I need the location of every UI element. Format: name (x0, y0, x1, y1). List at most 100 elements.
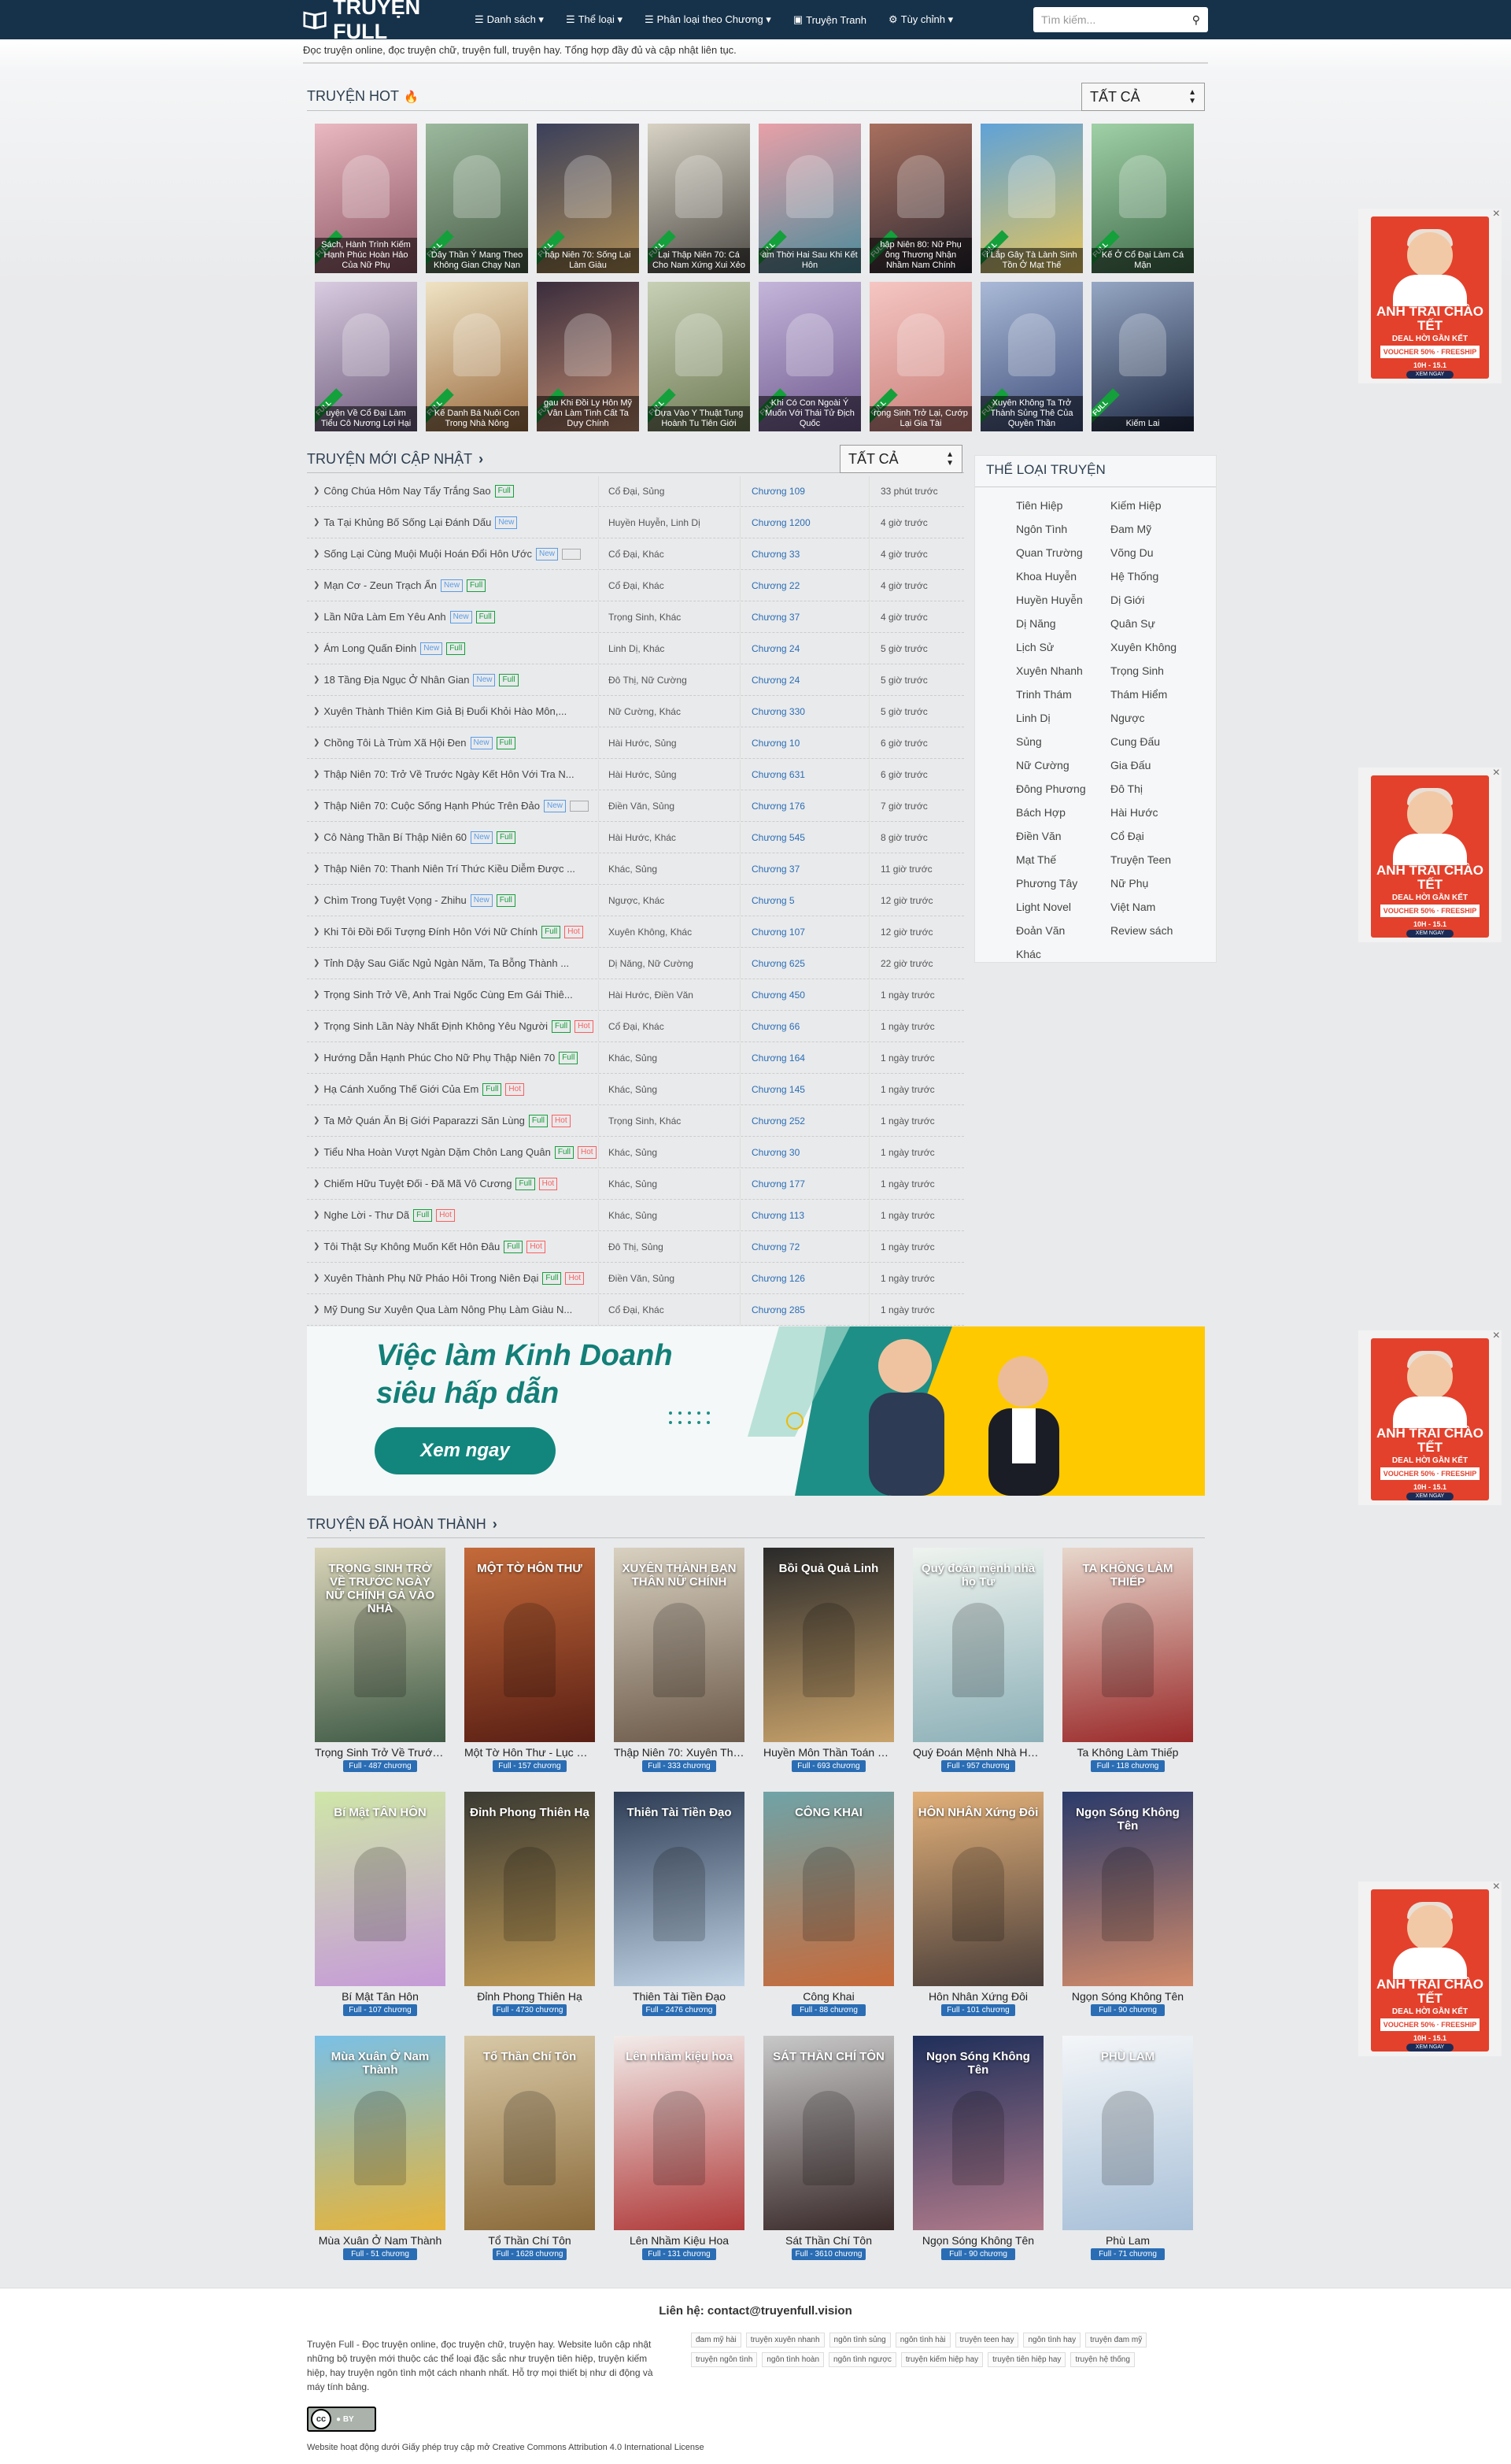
genre-link[interactable]: Lịch Sử (1016, 635, 1110, 659)
genre-link[interactable]: Cung Đấu (1110, 730, 1205, 753)
chapter-link[interactable]: Chương 37 (740, 601, 869, 632)
story-title-cell[interactable]: ❯ Nghe Lời - Thư Dã Full Hot (307, 1208, 598, 1222)
genre-link[interactable]: Ngôn Tình (1016, 517, 1110, 541)
story-title-cell[interactable]: ❯ Trọng Sinh Trở Về, Anh Trai Ngốc Cùng E… (307, 989, 598, 1001)
hot-title[interactable]: TRUYỆN HOT 🔥 (307, 88, 419, 105)
completed-story-name[interactable]: Sát Thần Chí Tôn (763, 2234, 894, 2247)
story-title[interactable]: Mạn Cơ - Zeun Trạch Ẩn (323, 579, 437, 591)
story-cover[interactable]: Bồi Quả Quả Linh (763, 1548, 894, 1742)
story-title-cell[interactable]: ❯ Khi Tôi Đồi Đối Tượng Đính Hôn Với Nữ C… (307, 925, 598, 938)
ad-creative[interactable]: ANH TRAI CHÀO TẾT DEAL HỜI GẦN KẾT VOUCHER… (1371, 775, 1489, 938)
completed-story-card[interactable]: Ngọn Sóng Không Tên Ngọn Sóng Không Tên Fu… (1062, 1792, 1193, 2016)
story-title-cell[interactable]: ❯ Tỉnh Dậy Sau Giấc Ngủ Ngàn Năm, Ta Bỗng… (307, 957, 598, 969)
chapter-link[interactable]: Chương 5 (740, 885, 869, 916)
hot-story-card[interactable]: FULL Kiếm Lai (1092, 282, 1194, 431)
close-icon[interactable]: × (1493, 1880, 1500, 1894)
completed-story-name[interactable]: Lên Nhầm Kiệu Hoa (614, 2234, 744, 2247)
genre-cell[interactable]: Trọng Sinh, Khác (598, 1105, 740, 1136)
chapter-link[interactable]: Chương 285 (740, 1294, 869, 1325)
completed-story-name[interactable]: Thiên Tài Tiền Đạo (614, 1990, 744, 2003)
footer-tag-link[interactable]: truyện tiên hiệp hay (988, 2352, 1066, 2367)
genre-cell[interactable]: Đô Thị, Nữ Cường (598, 664, 740, 695)
chapter-link[interactable]: Chương 109 (740, 475, 869, 506)
story-title[interactable]: Sống Lại Cùng Muội Muội Hoán Đổi Hôn Ước (323, 548, 532, 560)
completed-story-card[interactable]: Ngọn Sóng Không Tên Ngọn Sóng Không Tên Fu… (913, 2036, 1044, 2260)
hot-story-card[interactable]: FULLSách, Hành Trình Kiếm Hạnh Phúc Hoàn… (315, 124, 417, 273)
chapter-link[interactable]: Chương 107 (740, 916, 869, 947)
completed-story-name[interactable]: Thập Niên 70: Xuyên Thàn... (614, 1746, 744, 1759)
completed-story-name[interactable]: Huyền Môn Thần Toán Bồi... (763, 1746, 894, 1759)
footer-tag-link[interactable]: ngôn tình ngược (829, 2352, 896, 2367)
hot-story-card[interactable]: FULLam Thời Hai Sau Khi Kết Hôn (759, 124, 861, 273)
table-row[interactable]: ❯ Trọng Sinh Lần Này Nhất Định Không Yêu … (307, 1011, 964, 1042)
hot-story-card[interactable]: FULLDây Thần Ý Mang Theo Không Gian Chạy… (426, 124, 528, 273)
completed-story-name[interactable]: Tổ Thần Chí Tôn (464, 2234, 595, 2247)
genre-cell[interactable]: Trọng Sinh, Khác (598, 601, 740, 632)
story-title-cell[interactable]: ❯ Chìm Trong Tuyệt Vọng - Zhihu New Full (307, 893, 598, 907)
table-row[interactable]: ❯ Sống Lại Cùng Muội Muội Hoán Đổi Hôn Ướ… (307, 538, 964, 570)
genre-link[interactable]: Khoa Huyễn (1016, 564, 1110, 588)
story-title[interactable]: Hướng Dẫn Hạnh Phúc Cho Nữ Phụ Thập Niên… (323, 1052, 555, 1064)
story-title-cell[interactable]: ❯ Sống Lại Cùng Muội Muội Hoán Đổi Hôn Ướ… (307, 547, 598, 561)
footer-tag-link[interactable]: truyện hệ thống (1070, 2352, 1135, 2367)
story-title-cell[interactable]: ❯ Chồng Tôi Là Trùm Xã Hội Đen New Full (307, 736, 598, 749)
completed-story-name[interactable]: Ngọn Sóng Không Tên (1062, 1990, 1193, 2003)
footer-contact[interactable]: Liên hệ: contact@truyenfull.vision (0, 2304, 1511, 2318)
table-row[interactable]: ❯ Ám Long Quấn Đinh New Full Linh Dị, Khác Ch… (307, 633, 964, 664)
genre-link[interactable]: Hệ Thống (1110, 564, 1205, 588)
job-banner[interactable]: Việc làm Kinh Doanh siêu hấp dẫn Xem nga… (307, 1326, 1205, 1496)
story-cover[interactable]: Lên nhầm kiệu hoa (614, 2036, 744, 2230)
genre-cell[interactable]: Khác, Sủng (598, 1137, 740, 1167)
ad-creative[interactable]: ANH TRAI CHÀO TẾT DEAL HỜI GẦN KẾT VOUCHER… (1371, 216, 1489, 379)
genre-link[interactable]: Kiếm Hiệp (1110, 494, 1205, 517)
footer-tag-link[interactable]: đam mỹ hài (691, 2333, 741, 2347)
cc-license-badge[interactable]: cc ● BY (307, 2407, 376, 2432)
completed-story-card[interactable]: TRỌNG SINH TRỞ VỀ TRƯỚC NGÀY NỮ CHÍNH GẢ… (315, 1548, 445, 1772)
hot-story-card[interactable]: FULLuyện Về Cổ Đại Làm Tiểu Cô Nương Lợi… (315, 282, 417, 431)
completed-story-name[interactable]: Đỉnh Phong Thiên Hạ (464, 1990, 595, 2003)
genre-cell[interactable]: Cổ Đại, Khác (598, 1011, 740, 1041)
story-title[interactable]: Ta Tại Khủng Bố Sống Lại Đánh Dấu (323, 516, 491, 528)
story-title-cell[interactable]: ❯ Thập Niên 70: Thanh Niên Trí Thức Kiều … (307, 863, 598, 875)
story-title[interactable]: Nghe Lời - Thư Dã (323, 1209, 409, 1221)
footer-tag-link[interactable]: ngôn tình hay (1023, 2333, 1081, 2347)
story-title-cell[interactable]: ❯ Tiểu Nha Hoàn Vượt Ngàn Dặm Chôn Lang Q… (307, 1145, 598, 1159)
genre-link[interactable]: Điền Văn (1016, 824, 1110, 848)
chapter-link[interactable]: Chương 164 (740, 1042, 869, 1073)
genre-cell[interactable]: Hài Hước, Sủng (598, 727, 740, 758)
hot-story-card[interactable]: FULLXuyên Không Ta Trở Thành Sủng Thê Củ… (981, 282, 1083, 431)
nav-truyen-tranh[interactable]: ▣ Truyện Tranh (782, 0, 877, 39)
footer-tag-link[interactable]: truyện kiếm hiệp hay (900, 2352, 984, 2367)
story-cover[interactable]: Mùa Xuân Ở Nam Thành (315, 2036, 445, 2230)
story-title[interactable]: Trọng Sinh Lần Này Nhất Định Không Yêu N… (323, 1020, 548, 1032)
story-cover[interactable]: TRỌNG SINH TRỞ VỀ TRƯỚC NGÀY NỮ CHÍNH GẢ… (315, 1548, 445, 1742)
story-title-cell[interactable]: ❯ Thập Niên 70: Cuộc Sống Hạnh Phúc Trên … (307, 799, 598, 812)
completed-story-name[interactable]: Mùa Xuân Ở Nam Thành (315, 2234, 445, 2247)
genre-link[interactable]: Đoản Văn (1016, 919, 1110, 942)
completed-story-name[interactable]: Một Tờ Hôn Thư - Lục Dược (464, 1746, 595, 1759)
story-cover[interactable]: Đỉnh Phong Thiên Hạ (464, 1792, 595, 1986)
story-title-cell[interactable]: ❯ Chiếm Hữu Tuyệt Đối - Đã Mã Vô Cương Ful… (307, 1177, 598, 1190)
completed-story-name[interactable]: Phù Lam (1062, 2234, 1193, 2247)
ad-cta-button[interactable]: XEM NGAY (1406, 371, 1454, 379)
footer-tag-link[interactable]: truyện ngôn tình (691, 2352, 758, 2367)
story-title[interactable]: 18 Tầng Địa Ngục Ở Nhân Gian (323, 674, 469, 686)
genre-cell[interactable]: Điền Văn, Sủng (598, 1263, 740, 1293)
story-title[interactable]: Thập Niên 70: Thanh Niên Trí Thức Kiều D… (323, 863, 575, 875)
completed-story-card[interactable]: Lên nhầm kiệu hoa Lên Nhầm Kiệu Hoa Full -… (614, 2036, 744, 2260)
story-title-cell[interactable]: ❯ Xuyên Thành Thiên Kim Giả Bị Đuổi Khỏi … (307, 705, 598, 717)
completed-story-card[interactable]: HÔN NHÂN Xứng Đôi Hôn Nhân Xứng Đôi Full -… (913, 1792, 1044, 2016)
chapter-link[interactable]: Chương 37 (740, 853, 869, 884)
hot-story-card[interactable]: FULLKế Ở Cổ Đại Làm Cá Mặn (1092, 124, 1194, 273)
genre-link[interactable]: Xuyên Nhanh (1016, 659, 1110, 683)
nav-tuy-chinh[interactable]: ⚙ Tùy chỉnh ▾ (877, 0, 964, 39)
story-title[interactable]: Cô Nàng Thần Bí Thập Niên 60 (323, 831, 467, 843)
genre-cell[interactable]: Đô Thị, Sủng (598, 1231, 740, 1262)
story-title-cell[interactable]: ❯ Ta Tại Khủng Bố Sống Lại Đánh Dấu New (307, 516, 598, 529)
footer-tag-link[interactable]: ngôn tình hài (895, 2333, 951, 2347)
updated-title[interactable]: TRUYỆN MỚI CẬP NHẬT › (307, 451, 483, 468)
close-icon[interactable]: × (1493, 766, 1500, 780)
nav-danh-sach[interactable]: ☰ Danh sách ▾ (464, 0, 555, 39)
story-title-cell[interactable]: ❯ Thập Niên 70: Trở Về Trước Ngày Kết Hôn… (307, 768, 598, 780)
story-cover[interactable]: TA KHÔNG LÀM THIẾP (1062, 1548, 1193, 1742)
